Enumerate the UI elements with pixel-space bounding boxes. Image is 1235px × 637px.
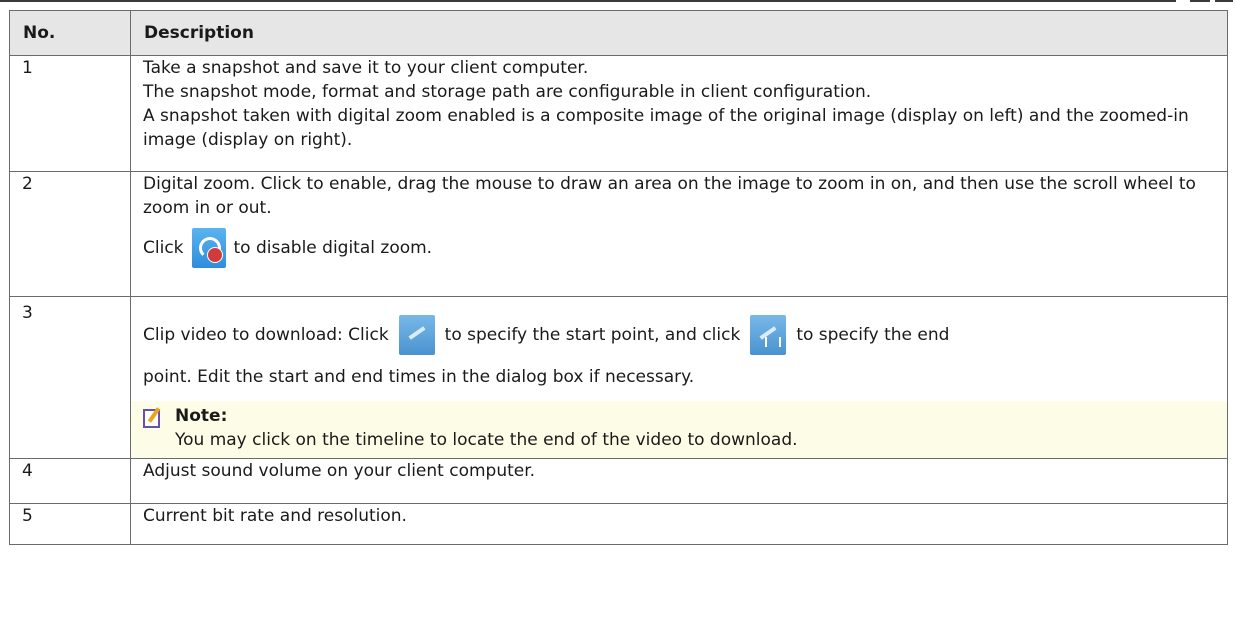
row-description: Digital zoom. Click to enable, drag the … <box>130 171 1228 297</box>
description-table: No. Description 1 Take a snapshot and sa… <box>9 10 1228 545</box>
table-row: 5 Current bit rate and resolution. <box>9 503 1228 545</box>
clip-instruction-line-2: point. Edit the start and end times in t… <box>143 367 695 387</box>
clip-text-part: Clip video to download: Click <box>143 325 389 345</box>
table-header-row: No. Description <box>9 10 1228 56</box>
clip-text-part: to specify the start point, and click <box>444 325 741 345</box>
row-number: 5 <box>9 503 131 545</box>
row-description: Adjust sound volume on your client compu… <box>130 458 1228 504</box>
row-description: Take a snapshot and save it to your clie… <box>130 55 1228 172</box>
digital-zoom-off-icon <box>191 228 226 268</box>
top-rule <box>0 0 1235 3</box>
note-pencil-icon <box>143 407 163 428</box>
table-row: 3 Clip video to download: Click to speci… <box>9 296 1228 459</box>
click-label: Click <box>143 238 184 258</box>
table-row: 1 Take a snapshot and save it to your cl… <box>9 55 1228 172</box>
description-line: The snapshot mode, format and storage pa… <box>143 82 872 102</box>
row-number: 1 <box>9 55 131 172</box>
row-description: Clip video to download: Click to specify… <box>130 296 1228 459</box>
clip-instruction-line: Clip video to download: Click to specify… <box>143 315 1215 355</box>
column-header-description: Description <box>130 10 1228 56</box>
click-suffix: to disable digital zoom. <box>233 238 433 258</box>
description-paragraph: Digital zoom. Click to enable, drag the … <box>143 174 1196 218</box>
table-row: 4 Adjust sound volume on your client com… <box>9 458 1228 504</box>
table-row: 2 Digital zoom. Click to enable, drag th… <box>9 171 1228 297</box>
clip-end-icon <box>750 315 787 355</box>
description-line: Take a snapshot and save it to your clie… <box>143 58 589 78</box>
column-header-no: No. <box>9 10 131 56</box>
row-description: Current bit rate and resolution. <box>130 503 1228 545</box>
row-number: 2 <box>9 171 131 297</box>
clip-start-icon <box>398 315 435 355</box>
row-number: 4 <box>9 458 131 504</box>
description-line: A snapshot taken with digital zoom enabl… <box>143 106 1189 150</box>
click-instruction: Click to disable digital zoom. <box>143 228 1215 268</box>
row-number: 3 <box>9 296 131 459</box>
clip-text-part: to specify the end <box>796 325 950 345</box>
note-header: Note: <box>143 404 1219 428</box>
note-text: You may click on the timeline to locate … <box>175 430 798 450</box>
note-title: Note: <box>175 406 228 426</box>
note-box: Note: You may click on the timeline to l… <box>131 401 1227 458</box>
